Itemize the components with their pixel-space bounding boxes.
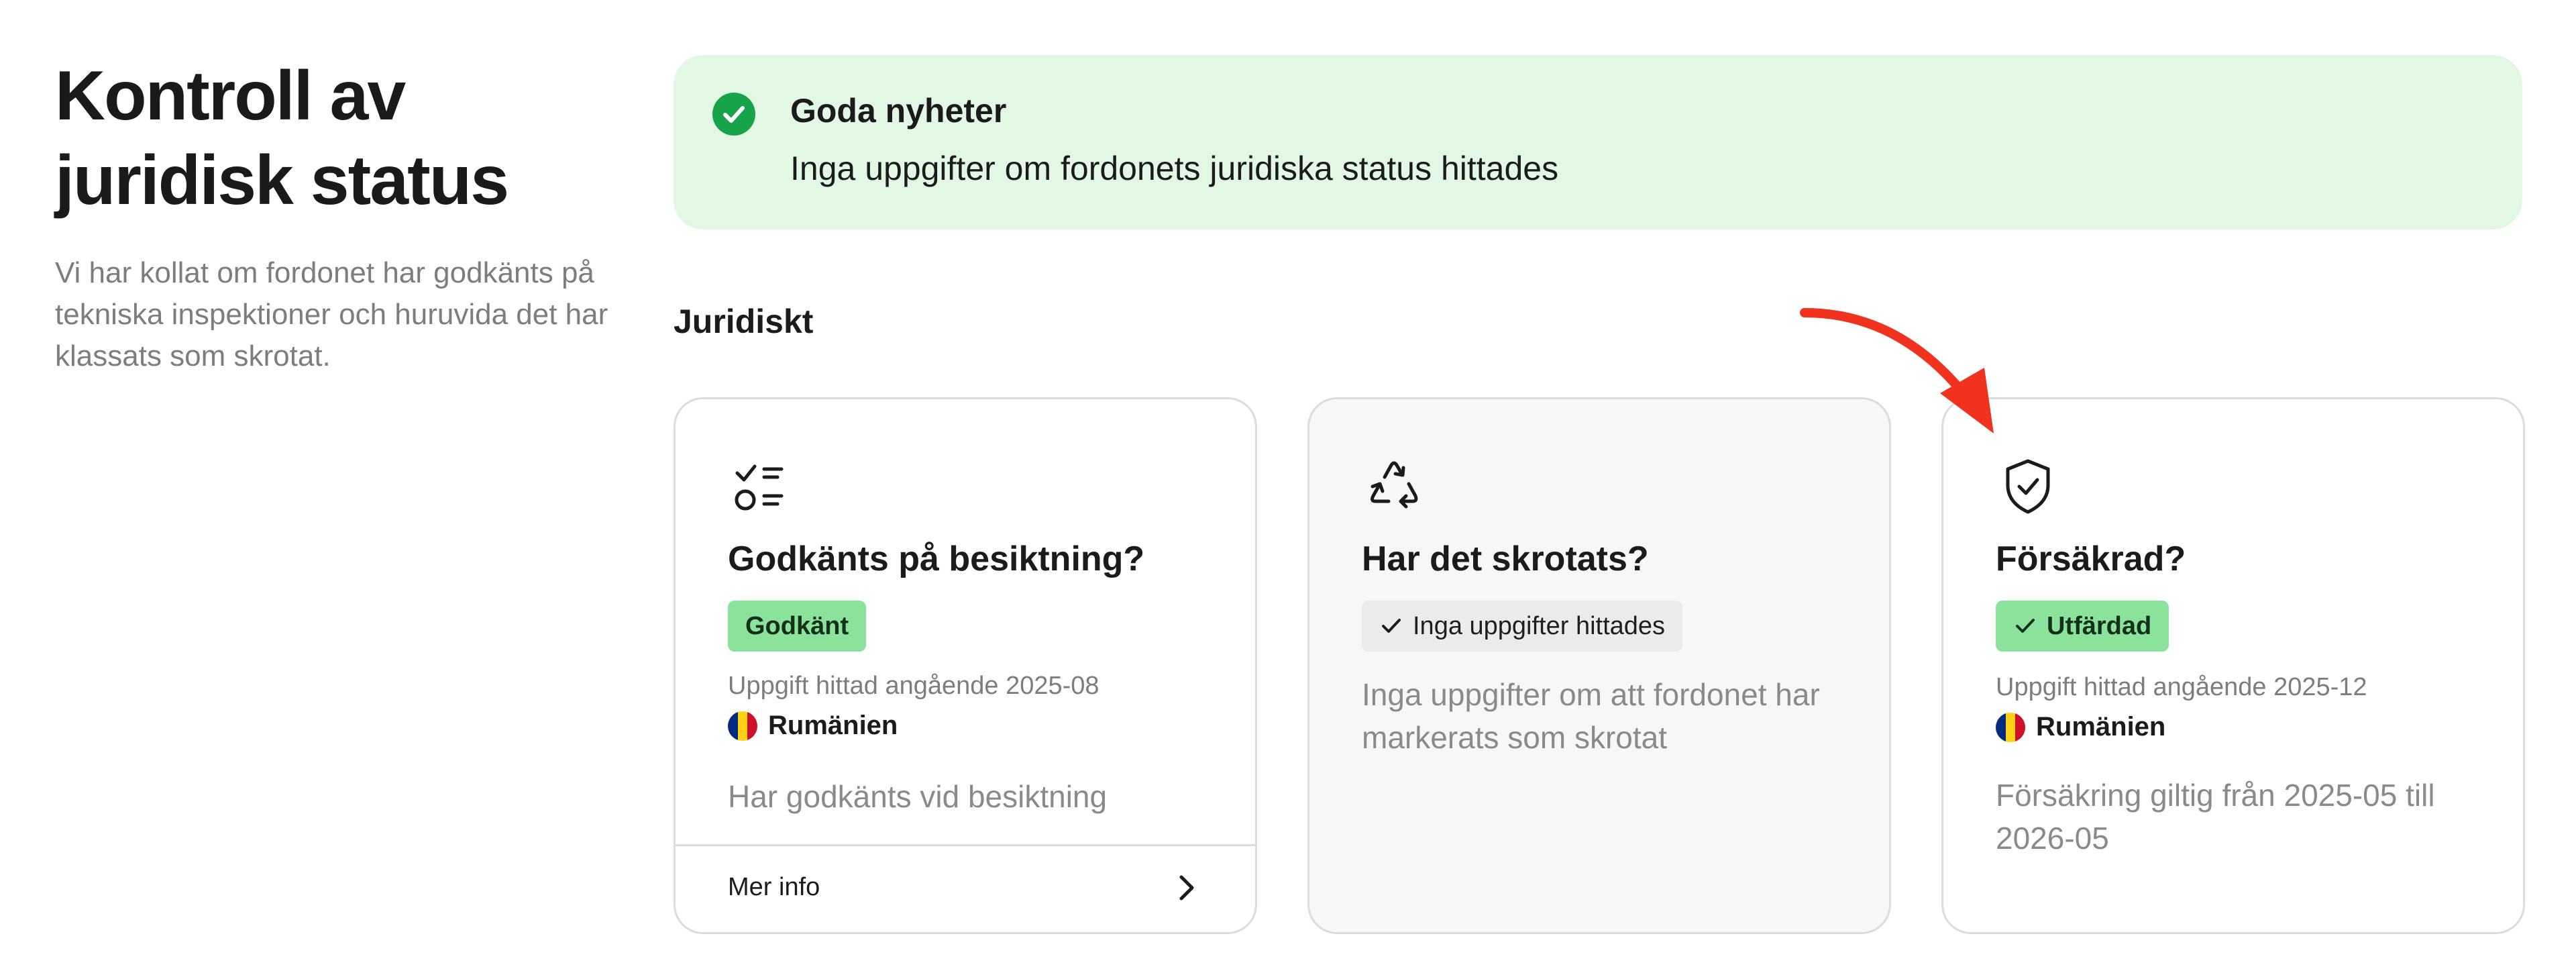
status-badge-label: Inga uppgifter hittades (1413, 612, 1666, 640)
recycle-icon (1362, 454, 1426, 519)
chevron-right-icon (1179, 875, 1194, 901)
section-title: Juridiskt (674, 303, 814, 340)
country: Rumänien (1996, 712, 2165, 742)
status-badge-label: Utfärdad (2047, 612, 2152, 640)
page-title-line1: Kontroll av (55, 57, 406, 135)
country-label: Rumänien (768, 711, 898, 740)
romania-flag-icon (728, 711, 757, 741)
romania-flag-icon (1996, 712, 2025, 742)
card-body: Har godkänts vid besiktning (728, 779, 1108, 814)
check-icon (1382, 619, 1401, 633)
page-title: Kontroll av juridisk status (55, 54, 632, 223)
status-badge: Inga uppgifter hittades (1362, 601, 1683, 652)
check-icon (2016, 619, 2035, 633)
card-body: Försäkring giltig från 2025-05 till 2026… (1996, 778, 2435, 856)
found-date: Uppgift hittad angående 2025-12 (1996, 673, 2367, 701)
insurance-card: Försäkrad? Utfärdad Uppgift hittad angåe… (1941, 397, 2525, 934)
card-body: Inga uppgifter om att fordonet har marke… (1362, 677, 1820, 755)
shield-check-icon (1996, 454, 2060, 519)
page-title-line2: juridisk status (55, 142, 509, 219)
country-label: Rumänien (2036, 712, 2166, 742)
found-date: Uppgift hittad angående 2025-08 (728, 672, 1099, 700)
status-badge: Godkänt (728, 601, 867, 652)
status-badge: Utfärdad (1996, 601, 2169, 652)
card-title: Försäkrad? (1996, 540, 2186, 578)
card-title: Godkänts på besiktning? (728, 540, 1145, 578)
intro: Kontroll av juridisk status Vi har kolla… (55, 54, 632, 377)
banner-title: Goda nyheter (790, 92, 1007, 130)
status-badge-label: Godkänt (745, 612, 849, 640)
more-info-label: Mer info (728, 873, 820, 901)
scrapped-card: Har det skrotats? Inga uppgifter hittade… (1307, 397, 1891, 934)
inspection-card: Godkänts på besiktning? Godkänt Uppgift … (674, 397, 1257, 934)
card-title: Har det skrotats? (1362, 540, 1649, 578)
more-info-button[interactable]: Mer info (676, 844, 1255, 932)
good-news-banner: Goda nyheter Inga uppgifter om fordonets… (674, 55, 2522, 229)
banner-text: Inga uppgifter om fordonets juridiska st… (790, 150, 1559, 187)
check-circle-icon (712, 93, 755, 136)
page-description: Vi har kollat om fordonet har godkänts p… (55, 256, 608, 372)
country: Rumänien (728, 711, 898, 741)
checklist-icon (728, 454, 792, 519)
annotation-arrow-icon (1800, 308, 1994, 433)
